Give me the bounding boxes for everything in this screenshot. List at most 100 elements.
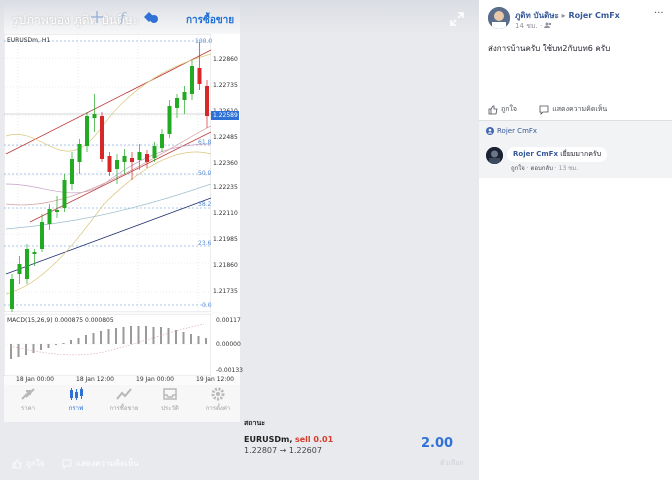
post-text: ส่งการบ้านครับ ใช้บท2กับบท6 ครับ xyxy=(488,44,611,53)
commenter-avatar[interactable] xyxy=(486,147,503,164)
macd-histogram-bar xyxy=(190,334,192,344)
comment-author-link[interactable]: Rojer CmFx xyxy=(513,150,558,158)
post-panel: ภูดิท บันดิษะ ▸ Rojer CmFx 14 ชม. · ··· … xyxy=(479,0,672,480)
macd-histogram-bar xyxy=(85,335,87,344)
macd-histogram-bar xyxy=(137,326,140,344)
macd-tick: 0.00000 xyxy=(216,341,241,348)
candle-body xyxy=(197,68,202,84)
position-symbol: EURUSDm, xyxy=(244,435,293,444)
viewer-options-link[interactable]: ตัวเลือก xyxy=(440,458,464,469)
group-badge-icon xyxy=(486,127,494,135)
nav-label: ประวัติ xyxy=(161,405,179,412)
nav-item-settings: การตั้งค่า xyxy=(198,387,238,413)
price-tick: 1.22735 xyxy=(213,82,238,89)
macd-histogram-bar xyxy=(47,344,50,348)
candle-body xyxy=(10,279,14,309)
trade-trend-icon xyxy=(116,388,132,400)
macd-histogram-bar xyxy=(145,326,147,344)
author-avatar-image xyxy=(488,7,510,29)
macd-tick: 0.00117 xyxy=(216,317,241,324)
candle-body xyxy=(160,134,164,148)
post-time[interactable]: 14 ชม. · xyxy=(515,22,544,30)
macd-histogram-bar xyxy=(17,344,20,357)
fib-level-label: 61.8 xyxy=(198,139,212,146)
viewer-comment-button[interactable]: แสดงความคิดเห็น xyxy=(62,457,139,470)
post-author-link[interactable]: ภูดิท บันดิษะ xyxy=(515,11,559,20)
candle-body xyxy=(70,159,74,184)
time-tick: 18 Jan 12:00 xyxy=(76,376,114,383)
comment-reply-link[interactable]: ตอบกลับ xyxy=(530,165,552,172)
gear-icon xyxy=(211,387,225,401)
photo-stage[interactable]: รูปภาพของ ภูดิท บันดิษะ f การซื้อขาย EUR… xyxy=(0,0,479,480)
candle-body xyxy=(17,264,22,274)
audience-group-icon xyxy=(544,22,552,28)
post-like-button[interactable]: ถูกใจ xyxy=(488,104,527,115)
nav-item-trade: การซื้อขาย xyxy=(104,387,144,413)
indicator-f-icon: f xyxy=(119,11,127,25)
price-tick: 1.21985 xyxy=(213,236,238,243)
candle-body xyxy=(92,114,97,118)
macd-histogram-bar xyxy=(175,330,177,344)
candle-body xyxy=(190,66,194,94)
time-tick: 19 Jan 12:00 xyxy=(196,376,234,383)
fib-level-label: 38.2 xyxy=(198,201,212,208)
crosshair-icon xyxy=(91,11,103,23)
macd-histogram-bar xyxy=(122,327,125,344)
status-title: สถานะ xyxy=(244,419,265,427)
candle-body xyxy=(152,146,157,158)
seen-by-name[interactable]: Rojer CmFx xyxy=(497,127,537,135)
nav-label: ราคา xyxy=(21,405,35,412)
comment-time[interactable]: 13 ชม. xyxy=(559,165,578,172)
viewer-comment-label: แสดงความคิดเห็น xyxy=(76,459,139,468)
nav-item-chart: กราฟ xyxy=(56,387,96,413)
macd-histogram-bar xyxy=(70,340,72,344)
candle-body xyxy=(175,98,179,108)
photo-viewer-page: รูปภาพของ ภูดิท บันดิษะ f การซื้อขาย EUR… xyxy=(0,0,672,480)
candles-icon xyxy=(70,387,83,400)
fib-level-label: 23.6 xyxy=(198,240,212,247)
candle-body xyxy=(137,152,142,160)
candle-body xyxy=(40,222,44,249)
macd-histogram-bar xyxy=(205,338,207,344)
macd-histogram-bar xyxy=(32,344,35,353)
seen-by-row: Rojer CmFx xyxy=(486,127,537,135)
comment-actions: ถูกใจ · ตอบกลับ · 13 ชม. xyxy=(511,165,579,172)
candle-body xyxy=(77,144,82,162)
macd-histogram-bar xyxy=(100,331,102,344)
comment-bubble-icon xyxy=(62,459,72,469)
time-tick: 19 Jan 00:00 xyxy=(136,376,174,383)
macd-histogram-bar xyxy=(197,336,200,344)
viewer-like-label: ถูกใจ xyxy=(26,459,45,468)
candle-body xyxy=(145,154,149,162)
position-side: sell 0.01 xyxy=(294,435,334,444)
macd-histogram-bar xyxy=(167,328,170,344)
fib-level-label: 50.0 xyxy=(198,170,212,177)
macd-tick: -0.00133 xyxy=(216,367,243,374)
expand-icon[interactable] xyxy=(450,12,464,26)
viewer-footer: ถูกใจ แสดงความคิดเห็น ตัวเลือก xyxy=(0,448,479,480)
macd-histogram-bar xyxy=(55,344,57,345)
comments-area: Rojer CmFx Rojer CmFx เยี่ยมมากครับ ถูกใ… xyxy=(479,120,672,178)
fib-level-label: 0.0 xyxy=(202,302,212,309)
candle-body xyxy=(25,249,29,279)
author-avatar[interactable] xyxy=(488,7,510,29)
candle-body xyxy=(47,209,52,224)
post-group-link[interactable]: Rojer CmFx xyxy=(568,11,619,20)
macd-histogram-bar xyxy=(130,326,132,344)
macd-histogram-bar xyxy=(182,332,185,344)
to-arrow-icon: ▸ xyxy=(561,11,566,20)
macd-indicator-label: MACD(15,26,9) 0.000875 0.000805 xyxy=(7,317,114,324)
macd-histogram-bar xyxy=(107,329,110,344)
more-options-icon[interactable]: ··· xyxy=(654,8,664,19)
post-meta: 14 ชม. · xyxy=(515,21,552,32)
price-tick: 1.22485 xyxy=(213,134,238,141)
candle-body xyxy=(85,116,89,146)
comment-like-link[interactable]: ถูกใจ xyxy=(511,165,525,172)
nav-label: กราฟ xyxy=(68,405,84,412)
comment-text: เยี่ยมมากครับ xyxy=(560,150,602,158)
viewer-like-button[interactable]: ถูกใจ xyxy=(12,457,44,470)
comment-bubble-icon xyxy=(539,105,549,115)
nav-item-history: ประวัติ xyxy=(150,387,190,413)
post-comment-button[interactable]: แสดงความคิดเห็น xyxy=(539,104,617,115)
candle-body xyxy=(122,156,127,162)
